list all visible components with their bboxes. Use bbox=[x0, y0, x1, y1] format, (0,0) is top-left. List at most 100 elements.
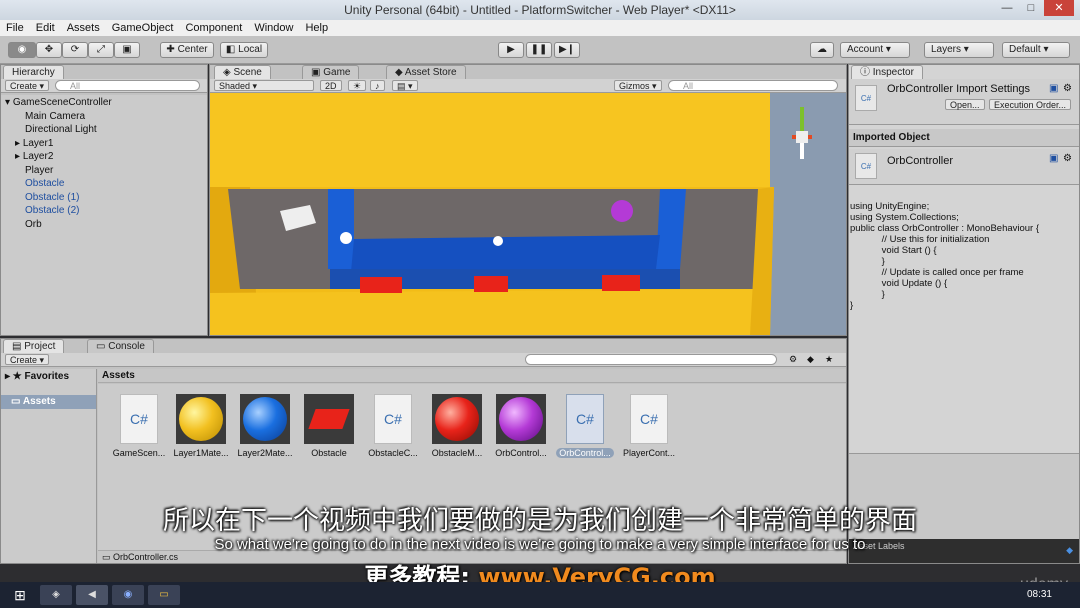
hierarchy-item-label: Layer1 bbox=[22, 138, 54, 149]
step-button-icon[interactable]: ▶❙ bbox=[554, 42, 580, 58]
hierarchy-item[interactable]: Main Camera bbox=[25, 111, 85, 122]
project-tab-label: Project bbox=[24, 341, 56, 352]
scene-viewport[interactable] bbox=[210, 93, 846, 335]
asset-label: OrbControl... bbox=[556, 448, 614, 458]
console-tab-label: Console bbox=[108, 341, 145, 352]
cloud-icon[interactable]: ☁ bbox=[810, 42, 834, 58]
hierarchy-search-input[interactable]: All bbox=[55, 80, 200, 91]
asset-item[interactable]: C# GameScen... bbox=[108, 394, 170, 458]
gizmos-dropdown[interactable]: Gizmos ▾ bbox=[614, 80, 662, 91]
settings-gear-icon[interactable]: ⚙ bbox=[1063, 153, 1072, 164]
unity-taskbar-icon[interactable]: ◈ bbox=[40, 585, 72, 605]
rotate-tool-icon[interactable]: ⟳ bbox=[62, 42, 88, 58]
tab-scene[interactable]: ◈ Scene bbox=[214, 65, 271, 79]
asset-label: PlayerCont... bbox=[622, 448, 676, 458]
close-button[interactable]: ✕ bbox=[1044, 0, 1074, 16]
tab-inspector[interactable]: ⓘ Inspector bbox=[851, 65, 923, 79]
pivot-center-button[interactable]: ✚ Center bbox=[160, 42, 214, 58]
hierarchy-item-prefab[interactable]: Obstacle (2) bbox=[25, 205, 79, 216]
script-file-icon: C# bbox=[855, 153, 877, 179]
move-tool-icon[interactable]: ✥ bbox=[36, 42, 62, 58]
project-toolbar: Create ▾ ⚙ ◆ ★ bbox=[1, 353, 846, 367]
asset-label: Obstacle bbox=[311, 448, 347, 458]
account-label: Account bbox=[847, 44, 884, 55]
help-icon[interactable]: ▣ bbox=[1049, 153, 1058, 164]
tab-console[interactable]: ▭ Console bbox=[87, 339, 154, 353]
execution-order-button[interactable]: Execution Order... bbox=[989, 99, 1072, 110]
menu-edit[interactable]: Edit bbox=[36, 20, 55, 36]
asset-item[interactable]: Layer1Mate... bbox=[170, 394, 232, 458]
scene-search-input[interactable]: All bbox=[668, 80, 838, 91]
play-button-icon[interactable]: ▶ bbox=[498, 42, 524, 58]
menu-file[interactable]: File bbox=[6, 20, 24, 36]
asset-label: Layer1Mate... bbox=[173, 448, 229, 458]
asset-item[interactable]: Layer2Mate... bbox=[234, 394, 296, 458]
asset-item[interactable]: OrbControl... bbox=[490, 394, 552, 458]
menu-gameobject[interactable]: GameObject bbox=[112, 20, 174, 36]
hierarchy-toolbar: Create ▾ All bbox=[1, 79, 207, 93]
project-search-input[interactable] bbox=[525, 354, 777, 365]
asset-item[interactable]: Obstacle bbox=[298, 394, 360, 458]
settings-gear-icon[interactable]: ⚙ bbox=[1063, 83, 1072, 94]
hierarchy-create-button[interactable]: Create ▾ bbox=[5, 80, 50, 91]
minimize-button[interactable]: — bbox=[996, 0, 1018, 16]
menu-window[interactable]: Window bbox=[254, 20, 293, 36]
favorites-item[interactable]: ▸ ★ Favorites bbox=[5, 371, 69, 382]
pivot-local-button[interactable]: ◧ Local bbox=[220, 42, 268, 58]
layers-label: Layers bbox=[931, 44, 962, 55]
pause-button-icon[interactable]: ❚❚ bbox=[526, 42, 552, 58]
view-tool-eye-icon[interactable]: ◉ bbox=[8, 42, 36, 58]
hierarchy-item[interactable]: Orb bbox=[25, 219, 42, 230]
2d-toggle[interactable]: 2D bbox=[320, 80, 342, 91]
window-controls: — □ ✕ bbox=[996, 0, 1074, 20]
asset-item[interactable]: C# PlayerCont... bbox=[618, 394, 680, 458]
menu-help[interactable]: Help bbox=[305, 20, 328, 36]
asset-label: OrbControl... bbox=[495, 448, 547, 458]
hierarchy-item[interactable]: Directional Light bbox=[25, 124, 97, 135]
hierarchy-create-label: Create bbox=[10, 81, 38, 91]
tab-hierarchy[interactable]: Hierarchy bbox=[3, 65, 64, 79]
hierarchy-panel: Hierarchy Create ▾ All ▾ GameSceneContro… bbox=[0, 64, 208, 336]
file-explorer-taskbar-icon[interactable]: ▭ bbox=[148, 585, 180, 605]
hierarchy-item-expandable[interactable]: ▸ Layer2 bbox=[15, 151, 53, 162]
rect-tool-icon[interactable]: ▣ bbox=[114, 42, 140, 58]
hierarchy-item[interactable]: Player bbox=[25, 165, 53, 176]
effects-dropdown-icon[interactable]: ▤ ▾ bbox=[392, 80, 418, 91]
game-tab-label: Game bbox=[323, 67, 351, 78]
tab-game[interactable]: ▣ Game bbox=[302, 65, 360, 79]
help-icon[interactable]: ▣ bbox=[1049, 83, 1058, 94]
material-sphere-icon bbox=[432, 394, 482, 444]
unity-editor-taskbar-icon[interactable]: ◀ bbox=[76, 585, 108, 605]
open-button[interactable]: Open... bbox=[945, 99, 985, 110]
start-button-icon[interactable]: ⊞ bbox=[4, 585, 36, 605]
hierarchy-item-prefab[interactable]: Obstacle (1) bbox=[25, 192, 79, 203]
hierarchy-item-prefab[interactable]: Obstacle bbox=[25, 178, 64, 189]
maximize-button[interactable]: □ bbox=[1020, 0, 1042, 16]
menu-component[interactable]: Component bbox=[185, 20, 242, 36]
project-create-button[interactable]: Create ▾ bbox=[5, 354, 50, 365]
layers-dropdown[interactable]: Layers ▾ bbox=[924, 42, 994, 58]
asset-item[interactable]: ObstacleM... bbox=[426, 394, 488, 458]
filter-type-icon[interactable]: ⚙ bbox=[789, 354, 797, 365]
assets-folder-item[interactable]: ▭ Assets bbox=[1, 395, 96, 409]
menu-assets[interactable]: Assets bbox=[67, 20, 100, 36]
imported-object-name: OrbController bbox=[887, 155, 954, 167]
lighting-toggle-icon[interactable]: ☀ bbox=[348, 80, 367, 91]
tab-project[interactable]: ▤ Project bbox=[3, 339, 65, 353]
hierarchy-root-item[interactable]: ▾ GameSceneController bbox=[5, 97, 112, 108]
filter-label-icon[interactable]: ◆ bbox=[807, 354, 814, 365]
account-dropdown[interactable]: Account ▾ bbox=[840, 42, 910, 58]
browser-taskbar-icon[interactable]: ◉ bbox=[112, 585, 144, 605]
hierarchy-item-label: Layer2 bbox=[22, 151, 54, 162]
favorite-star-icon[interactable]: ★ bbox=[825, 354, 833, 365]
hierarchy-item-expandable[interactable]: ▸ Layer1 bbox=[15, 138, 53, 149]
inspector-tab-label: Inspector bbox=[872, 67, 914, 78]
shading-dropdown[interactable]: Shaded ▾ bbox=[214, 80, 314, 91]
asset-item[interactable]: C# ObstacleC... bbox=[362, 394, 424, 458]
scale-tool-icon[interactable]: ⤢ bbox=[88, 42, 114, 58]
script-source-preview: using UnityEngine; using System.Collectio… bbox=[850, 190, 1039, 322]
tab-asset-store[interactable]: ◆ Asset Store bbox=[386, 65, 466, 79]
layout-dropdown[interactable]: Default ▾ bbox=[1002, 42, 1070, 58]
asset-item-selected[interactable]: C# OrbControl... bbox=[554, 394, 616, 458]
audio-toggle-icon[interactable]: ♪ bbox=[370, 80, 385, 91]
